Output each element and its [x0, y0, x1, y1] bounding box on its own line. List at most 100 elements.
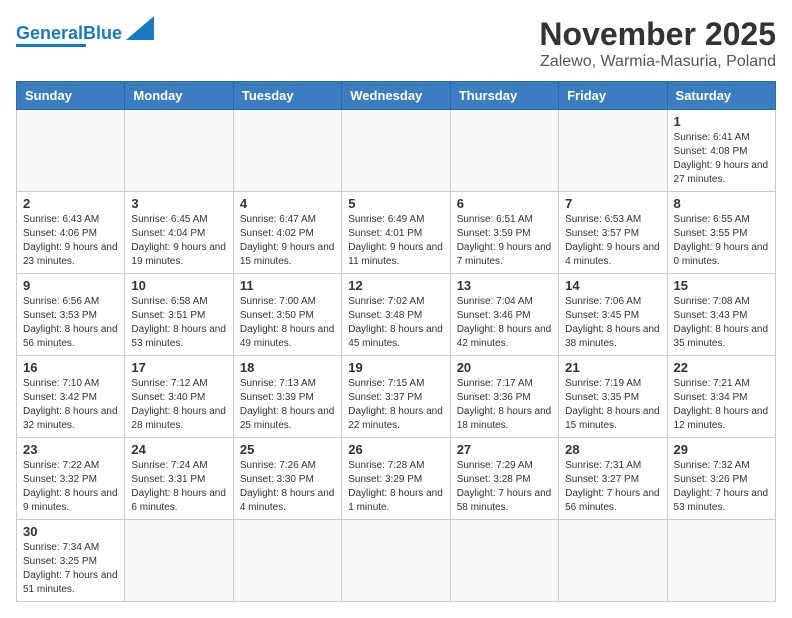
day-cell-4: 4 Sunrise: 6:47 AM Sunset: 4:02 PM Daylig… [233, 192, 341, 274]
empty-cell [450, 520, 558, 602]
day-cell-2: 2Sunrise: 6:43 AM Sunset: 4:06 PM Daylig… [17, 192, 125, 274]
header: GeneralBlue November 2025 Zalewo, Warmia… [16, 16, 776, 71]
day-cell-21: 21 Sunrise: 7:19 AM Sunset: 3:35 PM Dayli… [559, 356, 667, 438]
day-info: Sunrise: 7:08 AM Sunset: 3:43 PM Dayligh… [674, 295, 769, 351]
weekday-header-thursday: Thursday [450, 82, 558, 110]
day-info: Sunrise: 7:31 AM Sunset: 3:27 PM Dayligh… [565, 459, 660, 515]
day-info: Sunrise: 7:28 AM Sunset: 3:29 PM Dayligh… [348, 459, 443, 515]
logo-underline [16, 44, 86, 47]
empty-cell [342, 520, 450, 602]
weekday-header-wednesday: Wednesday [342, 82, 450, 110]
day-number: 6 [457, 196, 552, 211]
logo-triangle-icon [126, 16, 154, 40]
day-number: 13 [457, 278, 552, 293]
day-number: 12 [348, 278, 443, 293]
day-number: 9 [23, 278, 118, 293]
day-info: Sunrise: 6:58 AM Sunset: 3:51 PM Dayligh… [131, 295, 226, 351]
day-cell-17: 17Sunrise: 7:12 AM Sunset: 3:40 PM Dayli… [125, 356, 233, 438]
day-number: 28 [565, 442, 660, 457]
day-cell-24: 24 Sunrise: 7:24 AM Sunset: 3:31 PM Dayli… [125, 438, 233, 520]
day-info: Sunrise: 6:49 AM Sunset: 4:01 PM Dayligh… [348, 213, 443, 269]
day-cell-25: 25 Sunrise: 7:26 AM Sunset: 3:30 PM Dayli… [233, 438, 341, 520]
day-info: Sunrise: 7:06 AM Sunset: 3:45 PM Dayligh… [565, 295, 660, 351]
day-cell-10: 10 Sunrise: 6:58 AM Sunset: 3:51 PM Dayli… [125, 274, 233, 356]
day-number: 23 [23, 442, 118, 457]
day-info: Sunrise: 6:55 AM Sunset: 3:55 PM Dayligh… [674, 213, 769, 269]
day-info: Sunrise: 7:15 AM Sunset: 3:37 PM Dayligh… [348, 377, 443, 433]
week-row-3: 16 Sunrise: 7:10 AM Sunset: 3:42 PM Dayli… [17, 356, 776, 438]
week-row-4: 23 Sunrise: 7:22 AM Sunset: 3:32 PM Dayli… [17, 438, 776, 520]
day-number: 20 [457, 360, 552, 375]
day-info: Sunrise: 7:10 AM Sunset: 3:42 PM Dayligh… [23, 377, 118, 433]
empty-cell [667, 520, 775, 602]
day-number: 19 [348, 360, 443, 375]
day-cell-26: 26 Sunrise: 7:28 AM Sunset: 3:29 PM Dayli… [342, 438, 450, 520]
day-cell-1: 1 Sunrise: 6:41 AM Sunset: 4:08 PM Daylig… [667, 110, 775, 192]
day-number: 30 [23, 524, 118, 539]
title-area: November 2025 Zalewo, Warmia-Masuria, Po… [539, 16, 776, 71]
calendar-table: SundayMondayTuesdayWednesdayThursdayFrid… [16, 81, 776, 602]
day-info: Sunrise: 6:45 AM Sunset: 4:04 PM Dayligh… [131, 213, 226, 269]
day-number: 22 [674, 360, 769, 375]
day-info: Sunrise: 6:56 AM Sunset: 3:53 PM Dayligh… [23, 295, 118, 351]
day-cell-22: 22 Sunrise: 7:21 AM Sunset: 3:34 PM Dayli… [667, 356, 775, 438]
day-number: 16 [23, 360, 118, 375]
day-number: 26 [348, 442, 443, 457]
day-info: Sunrise: 7:24 AM Sunset: 3:31 PM Dayligh… [131, 459, 226, 515]
day-info: Sunrise: 7:34 AM Sunset: 3:25 PM Dayligh… [23, 541, 118, 597]
day-cell-16: 16 Sunrise: 7:10 AM Sunset: 3:42 PM Dayli… [17, 356, 125, 438]
day-cell-20: 20 Sunrise: 7:17 AM Sunset: 3:36 PM Dayli… [450, 356, 558, 438]
day-cell-9: 9 Sunrise: 6:56 AM Sunset: 3:53 PM Daylig… [17, 274, 125, 356]
day-info: Sunrise: 7:29 AM Sunset: 3:28 PM Dayligh… [457, 459, 552, 515]
day-number: 21 [565, 360, 660, 375]
day-number: 7 [565, 196, 660, 211]
day-number: 25 [240, 442, 335, 457]
empty-cell [342, 110, 450, 192]
day-info: Sunrise: 7:19 AM Sunset: 3:35 PM Dayligh… [565, 377, 660, 433]
day-number: 17 [131, 360, 226, 375]
week-row-0: 1 Sunrise: 6:41 AM Sunset: 4:08 PM Daylig… [17, 110, 776, 192]
day-number: 4 [240, 196, 335, 211]
empty-cell [233, 110, 341, 192]
day-info: Sunrise: 7:04 AM Sunset: 3:46 PM Dayligh… [457, 295, 552, 351]
empty-cell [17, 110, 125, 192]
day-cell-18: 18 Sunrise: 7:13 AM Sunset: 3:39 PM Dayli… [233, 356, 341, 438]
day-info: Sunrise: 6:47 AM Sunset: 4:02 PM Dayligh… [240, 213, 335, 269]
empty-cell [125, 520, 233, 602]
day-info: Sunrise: 7:22 AM Sunset: 3:32 PM Dayligh… [23, 459, 118, 515]
logo-general: General [16, 23, 83, 43]
weekday-header-row: SundayMondayTuesdayWednesdayThursdayFrid… [17, 82, 776, 110]
day-number: 1 [674, 114, 769, 129]
day-number: 14 [565, 278, 660, 293]
day-info: Sunrise: 7:21 AM Sunset: 3:34 PM Dayligh… [674, 377, 769, 433]
day-number: 15 [674, 278, 769, 293]
day-cell-27: 27Sunrise: 7:29 AM Sunset: 3:28 PM Dayli… [450, 438, 558, 520]
week-row-5: 30 Sunrise: 7:34 AM Sunset: 3:25 PM Dayli… [17, 520, 776, 602]
month-title: November 2025 [539, 16, 776, 53]
logo-text: GeneralBlue [16, 24, 122, 42]
day-info: Sunrise: 7:13 AM Sunset: 3:39 PM Dayligh… [240, 377, 335, 433]
empty-cell [450, 110, 558, 192]
day-cell-3: 3Sunrise: 6:45 AM Sunset: 4:04 PM Daylig… [125, 192, 233, 274]
day-number: 24 [131, 442, 226, 457]
weekday-header-tuesday: Tuesday [233, 82, 341, 110]
day-number: 18 [240, 360, 335, 375]
empty-cell [559, 110, 667, 192]
empty-cell [233, 520, 341, 602]
weekday-header-monday: Monday [125, 82, 233, 110]
day-info: Sunrise: 7:32 AM Sunset: 3:26 PM Dayligh… [674, 459, 769, 515]
day-number: 10 [131, 278, 226, 293]
day-info: Sunrise: 7:26 AM Sunset: 3:30 PM Dayligh… [240, 459, 335, 515]
day-cell-14: 14 Sunrise: 7:06 AM Sunset: 3:45 PM Dayli… [559, 274, 667, 356]
weekday-header-friday: Friday [559, 82, 667, 110]
day-info: Sunrise: 7:02 AM Sunset: 3:48 PM Dayligh… [348, 295, 443, 351]
day-info: Sunrise: 7:17 AM Sunset: 3:36 PM Dayligh… [457, 377, 552, 433]
day-info: Sunrise: 6:43 AM Sunset: 4:06 PM Dayligh… [23, 213, 118, 269]
weekday-header-saturday: Saturday [667, 82, 775, 110]
day-number: 5 [348, 196, 443, 211]
day-cell-29: 29Sunrise: 7:32 AM Sunset: 3:26 PM Dayli… [667, 438, 775, 520]
day-info: Sunrise: 6:51 AM Sunset: 3:59 PM Dayligh… [457, 213, 552, 269]
empty-cell [125, 110, 233, 192]
day-info: Sunrise: 6:53 AM Sunset: 3:57 PM Dayligh… [565, 213, 660, 269]
day-info: Sunrise: 6:41 AM Sunset: 4:08 PM Dayligh… [674, 131, 769, 187]
